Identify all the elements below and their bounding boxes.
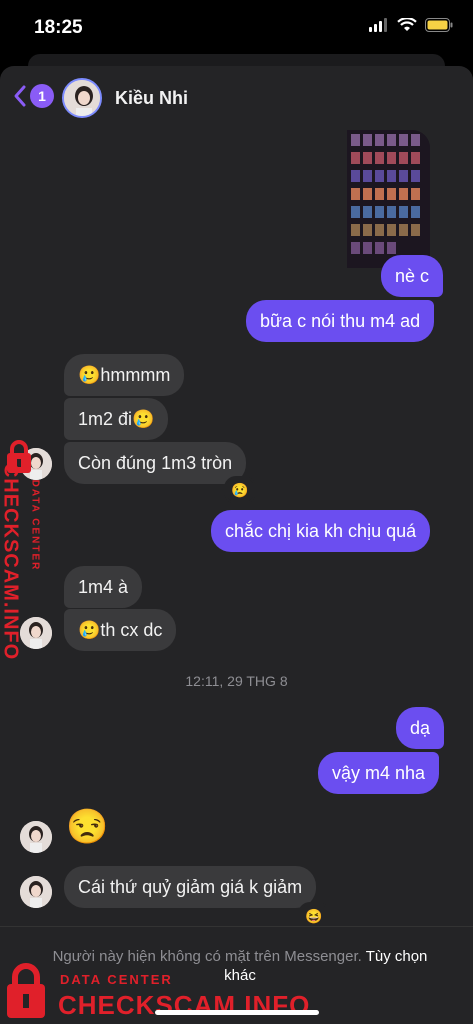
battery-icon (425, 18, 453, 32)
back-button[interactable]: 1 (12, 84, 54, 108)
footer-notice: Người này hiện không có mặt trên Messeng… (52, 948, 362, 965)
message-incoming[interactable]: 🥲th cx dc (64, 609, 177, 651)
message-incoming[interactable]: 🥲hmmmm (64, 354, 185, 396)
lock-icon (7, 963, 45, 1018)
contact-avatar-small[interactable] (20, 821, 52, 853)
side-watermark-text: CHECKSCAM.INFO (0, 462, 22, 661)
shared-image[interactable] (347, 130, 430, 268)
emoji-message[interactable]: 😒 (66, 807, 108, 847)
chat-sheet: 1 Kiều Nhi nè c bữa c nói thu m4 ad 🥲hmm… (0, 66, 473, 1024)
message-incoming[interactable]: Cái thứ quỷ giảm giá k giảm (64, 866, 317, 908)
contact-name[interactable]: Kiều Nhi (115, 88, 188, 109)
status-icons (369, 18, 453, 32)
message-outgoing[interactable]: dạ (396, 707, 445, 749)
message-reaction[interactable]: 😢 (224, 476, 256, 504)
wifi-icon (397, 18, 417, 31)
chat-header: 1 Kiều Nhi (0, 66, 473, 130)
message-incoming[interactable]: Còn đúng 1m3 tròn (64, 442, 247, 484)
side-watermark: CHECKSCAM.INFO DATA CENTER (0, 440, 52, 670)
avatar-image (64, 80, 100, 116)
timestamp: 12:11, 29 THG 8 (185, 673, 288, 689)
message-outgoing[interactable]: nè c (381, 255, 444, 297)
avatar-image (20, 876, 52, 908)
avatar-image (20, 821, 52, 853)
unread-badge: 1 (30, 84, 54, 108)
signal-icon (369, 18, 387, 32)
shared-image-content (347, 130, 430, 268)
message-incoming[interactable]: 1m2 đi🥲 (64, 398, 169, 440)
contact-avatar-small[interactable] (20, 876, 52, 908)
message-incoming[interactable]: 1m4 à (64, 566, 143, 608)
status-bar: 18:25 (0, 0, 473, 58)
home-indicator[interactable] (155, 1010, 319, 1015)
side-watermark-small-text: DATA CENTER (29, 479, 41, 572)
message-outgoing[interactable]: chắc chị kia kh chịu quá (211, 510, 431, 552)
contact-avatar[interactable] (62, 78, 102, 118)
chevron-left-icon (14, 85, 26, 107)
message-outgoing[interactable]: vậy m4 nha (318, 752, 440, 794)
watermark-small-text: DATA CENTER (60, 972, 173, 987)
message-outgoing[interactable]: bữa c nói thu m4 ad (246, 300, 435, 342)
watermark-text: CHECKSCAM.INFO (58, 990, 311, 1020)
status-time: 18:25 (34, 17, 83, 38)
